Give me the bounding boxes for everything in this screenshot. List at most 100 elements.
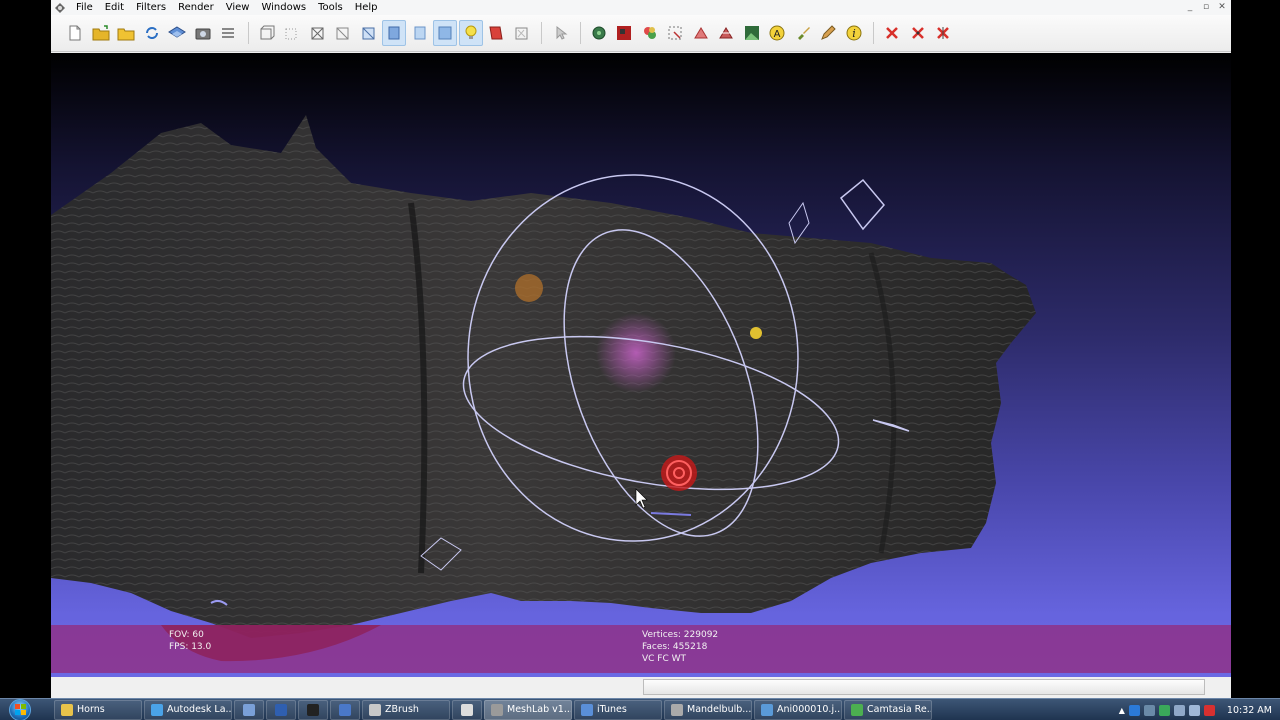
close-button[interactable]: ✕ (1215, 1, 1229, 13)
taskbar-item[interactable]: ZBrush (362, 699, 450, 720)
3d-viewport[interactable]: FOV: 60 FPS: 13.0 Vertices: 229092 Faces… (51, 53, 1231, 677)
save-layers-icon (168, 26, 186, 38)
snapshot-button[interactable] (191, 20, 215, 46)
menu-windows[interactable]: Windows (255, 1, 312, 15)
app-icon (461, 703, 473, 716)
target-icon (661, 455, 697, 491)
measure-icon (719, 27, 733, 39)
progress-bar (643, 679, 1205, 695)
texture-button[interactable] (510, 20, 534, 46)
taskbar-item-label: Horns (77, 704, 105, 715)
taskbar-item[interactable] (298, 699, 328, 720)
tray-expand-icon[interactable]: ▲ (1119, 706, 1125, 715)
menu-edit[interactable]: Edit (99, 1, 130, 15)
snapshot-icon (195, 28, 210, 40)
bluetooth-icon[interactable] (1128, 704, 1140, 716)
menu-render[interactable]: Render (172, 1, 220, 15)
taskbar-item-label: ZBrush (385, 704, 419, 715)
taskbar-items: Horns Autodesk La... ZBrush MeshLab v1.... i… (54, 699, 934, 720)
meshlab-window: File Edit Filters Render View Windows To… (51, 0, 1231, 698)
menu-filters[interactable]: Filters (130, 1, 172, 15)
steam-icon[interactable] (1143, 704, 1155, 716)
taskbar-item-label: iTunes (597, 704, 627, 715)
mesh-highlight (515, 274, 543, 302)
taskbar-item[interactable] (234, 699, 264, 720)
fov-readout: FOV: 60 (169, 630, 204, 640)
taskbar-item[interactable]: iTunes (574, 699, 662, 720)
open-project-button[interactable] (114, 20, 138, 46)
brush-button[interactable] (791, 20, 815, 46)
taskbar-item[interactable]: Ani000010.j... (754, 699, 842, 720)
taskbar-item[interactable] (330, 699, 360, 720)
nvidia-icon[interactable] (1158, 704, 1170, 716)
light-bulb-button[interactable] (458, 20, 483, 46)
delete-faces-button[interactable] (880, 20, 904, 46)
render-stats-left: FOV: 60 FPS: 13.0 (169, 629, 211, 653)
points-icon (285, 28, 297, 40)
system-tray: ▲ 10:32 AM (1113, 699, 1280, 720)
volume-icon[interactable] (1188, 704, 1200, 716)
smooth-button[interactable] (408, 20, 432, 46)
double-side-button[interactable] (484, 20, 508, 46)
annotation-button[interactable]: A (765, 20, 789, 46)
app-icon (307, 703, 319, 716)
new-document-icon (69, 25, 81, 41)
windows-logo-icon (9, 698, 31, 720)
taskbar-item[interactable]: MeshLab v1.... (484, 699, 572, 720)
taskbar-item[interactable]: Autodesk La... (144, 699, 232, 720)
delete-all-button[interactable] (931, 20, 955, 46)
menu-help[interactable]: Help (349, 1, 384, 15)
restore-button[interactable]: ▫ (1199, 1, 1213, 13)
network-icon[interactable] (1173, 704, 1185, 716)
menu-tools[interactable]: Tools (312, 1, 349, 15)
paint-texture-button[interactable] (612, 20, 636, 46)
flat-lines-button[interactable] (357, 20, 381, 46)
wireframe-button[interactable] (306, 20, 330, 46)
manipulator-button[interactable] (587, 20, 611, 46)
taskbar-item[interactable] (452, 699, 482, 720)
app-icon (581, 703, 593, 716)
record-icon[interactable] (1203, 704, 1215, 716)
app-icon (851, 703, 863, 716)
open-folder-button[interactable] (89, 20, 113, 46)
select-arrow-button[interactable] (548, 20, 572, 46)
pencil-button[interactable] (816, 20, 840, 46)
select-vertices-button[interactable] (689, 20, 713, 46)
light-bulb-icon (465, 25, 476, 39)
taskbar-clock[interactable]: 10:32 AM (1227, 705, 1272, 716)
reload-button[interactable] (140, 20, 164, 46)
annotation-icon: A (769, 25, 785, 41)
minimize-button[interactable]: _ (1183, 1, 1197, 13)
open-folder-icon (92, 25, 109, 41)
taskbar-item[interactable] (266, 699, 296, 720)
menu-view[interactable]: View (220, 1, 256, 15)
hidden-lines-button[interactable] (331, 20, 355, 46)
delete-vertices-button[interactable] (906, 20, 930, 46)
points-button[interactable] (280, 20, 304, 46)
app-icon (339, 703, 351, 716)
color-palette-button[interactable] (638, 20, 662, 46)
mesh-highlight (750, 327, 762, 339)
taskbar-item[interactable]: Camtasia Re... (844, 699, 932, 720)
lighting-icon (438, 26, 452, 40)
measure-button[interactable] (714, 20, 738, 46)
taskbar-item[interactable]: Mandelbulb... (664, 699, 752, 720)
delete-all-icon (937, 27, 949, 39)
start-button[interactable] (0, 698, 40, 720)
mesh-render[interactable] (51, 53, 1231, 677)
taskbar-item[interactable]: Horns (54, 699, 142, 720)
flat-button[interactable] (382, 20, 406, 46)
menu-file[interactable]: File (70, 1, 99, 15)
select-faces-button[interactable] (663, 20, 687, 46)
bounding-box-button[interactable] (255, 20, 279, 46)
app-icon (369, 703, 381, 716)
app-icon (275, 703, 287, 716)
lighting-button[interactable] (433, 20, 457, 46)
raster-button[interactable] (740, 20, 764, 46)
save-layers-button[interactable] (165, 20, 189, 46)
info-button[interactable]: i (842, 20, 866, 46)
status-bar (51, 677, 1231, 698)
layers-button[interactable] (216, 20, 240, 46)
app-icon (151, 703, 163, 716)
new-document-button[interactable] (63, 20, 87, 46)
